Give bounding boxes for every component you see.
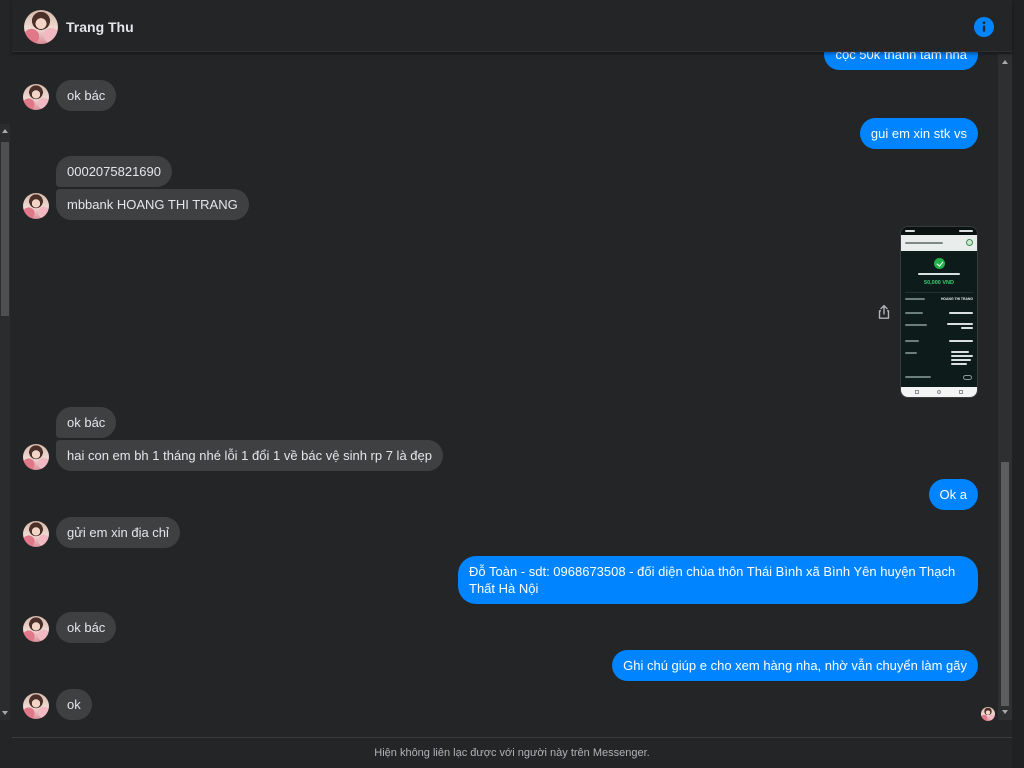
incoming-message: ok bác <box>56 612 117 643</box>
chat-scrollbar-thumb[interactable] <box>1001 462 1009 706</box>
incoming-message: ok <box>56 689 92 720</box>
sender-avatar <box>23 521 49 547</box>
receipt-amount: 50,000 VND <box>924 280 954 286</box>
arrow-up-icon[interactable] <box>1002 60 1008 64</box>
chat-scrollbar[interactable] <box>998 54 1012 720</box>
incoming-message: mbbank HOANG THI TRANG <box>56 189 249 220</box>
receipt-recipient: HOANG THI TRANG <box>940 297 973 301</box>
outgoing-message: Ghi chú giúp e cho xem hàng nha, nhờ vẫn… <box>612 650 978 681</box>
receipt-text-line <box>951 363 967 365</box>
nav-back-icon <box>959 390 963 394</box>
image-attachment[interactable]: 50,000 VND HOANG THI TRANG <box>900 226 978 398</box>
seen-avatar <box>981 707 995 721</box>
receipt-text-line <box>905 242 943 244</box>
sender-avatar <box>23 444 49 470</box>
success-check-icon <box>934 258 945 269</box>
receipt-text-line <box>951 355 973 357</box>
receipt-status-bar <box>901 227 977 235</box>
receipt-text-line <box>905 230 915 232</box>
receipt-label-line <box>905 376 931 378</box>
receipt-text-line <box>949 312 973 314</box>
receipt-divider <box>905 292 973 293</box>
outgoing-message: cọc 50k thanh tâm nha <box>824 52 978 70</box>
receipt-text-line <box>918 273 960 275</box>
unavailable-notice: Hiện không liên lạc được với người này t… <box>12 737 1012 768</box>
receipt-text-line <box>961 327 973 329</box>
nav-menu-icon <box>915 390 919 394</box>
conversation-header: Trang Thu <box>12 0 1012 52</box>
share-icon[interactable] <box>876 304 892 320</box>
sender-avatar <box>23 84 49 110</box>
receipt-header-bar <box>901 235 977 251</box>
outgoing-message: Ok a <box>928 479 978 510</box>
arrow-down-icon[interactable] <box>2 711 8 715</box>
bank-logo-icon <box>966 239 973 246</box>
receipt-label-line <box>905 340 919 342</box>
incoming-message: hai con em bh 1 tháng nhé lỗi 1 đổi 1 về… <box>56 440 443 471</box>
contact-avatar[interactable] <box>24 10 58 44</box>
receipt-label-line <box>905 352 917 354</box>
receipt-text-line <box>959 230 973 232</box>
message-list: cọc 50k thanh tâm nha ok bác gui em xin … <box>12 52 998 737</box>
incoming-message: ok bác <box>56 80 117 111</box>
receipt-text-line <box>951 351 969 353</box>
contact-name[interactable]: Trang Thu <box>66 18 134 36</box>
outgoing-message: Đỗ Toàn - sdt: 0968673508 - đối diện chù… <box>458 556 978 604</box>
receipt-text-line <box>947 323 973 325</box>
receipt-label-line <box>905 312 923 314</box>
arrow-up-icon[interactable] <box>2 129 8 133</box>
info-icon[interactable] <box>974 17 994 37</box>
receipt-text-line <box>949 340 973 342</box>
receipt-toggle-icon <box>963 375 972 380</box>
nav-home-icon <box>937 390 941 394</box>
sender-avatar <box>23 616 49 642</box>
sender-avatar <box>23 193 49 219</box>
receipt-text-line <box>951 359 971 361</box>
window-edge <box>1012 0 1024 768</box>
receipt-label-line <box>905 298 925 300</box>
incoming-message: ok bác <box>56 407 117 438</box>
incoming-message: gửi em xin địa chỉ <box>56 517 180 548</box>
incoming-message: 0002075821690 <box>56 156 172 187</box>
page-scrollbar-thumb[interactable] <box>1 142 9 316</box>
sender-avatar <box>23 693 49 719</box>
page-scrollbar[interactable] <box>0 124 10 720</box>
receipt-bottom-nav <box>901 387 977 397</box>
arrow-down-icon[interactable] <box>1002 710 1008 714</box>
outgoing-message: gui em xin stk vs <box>859 118 978 149</box>
receipt-label-line <box>905 324 927 326</box>
